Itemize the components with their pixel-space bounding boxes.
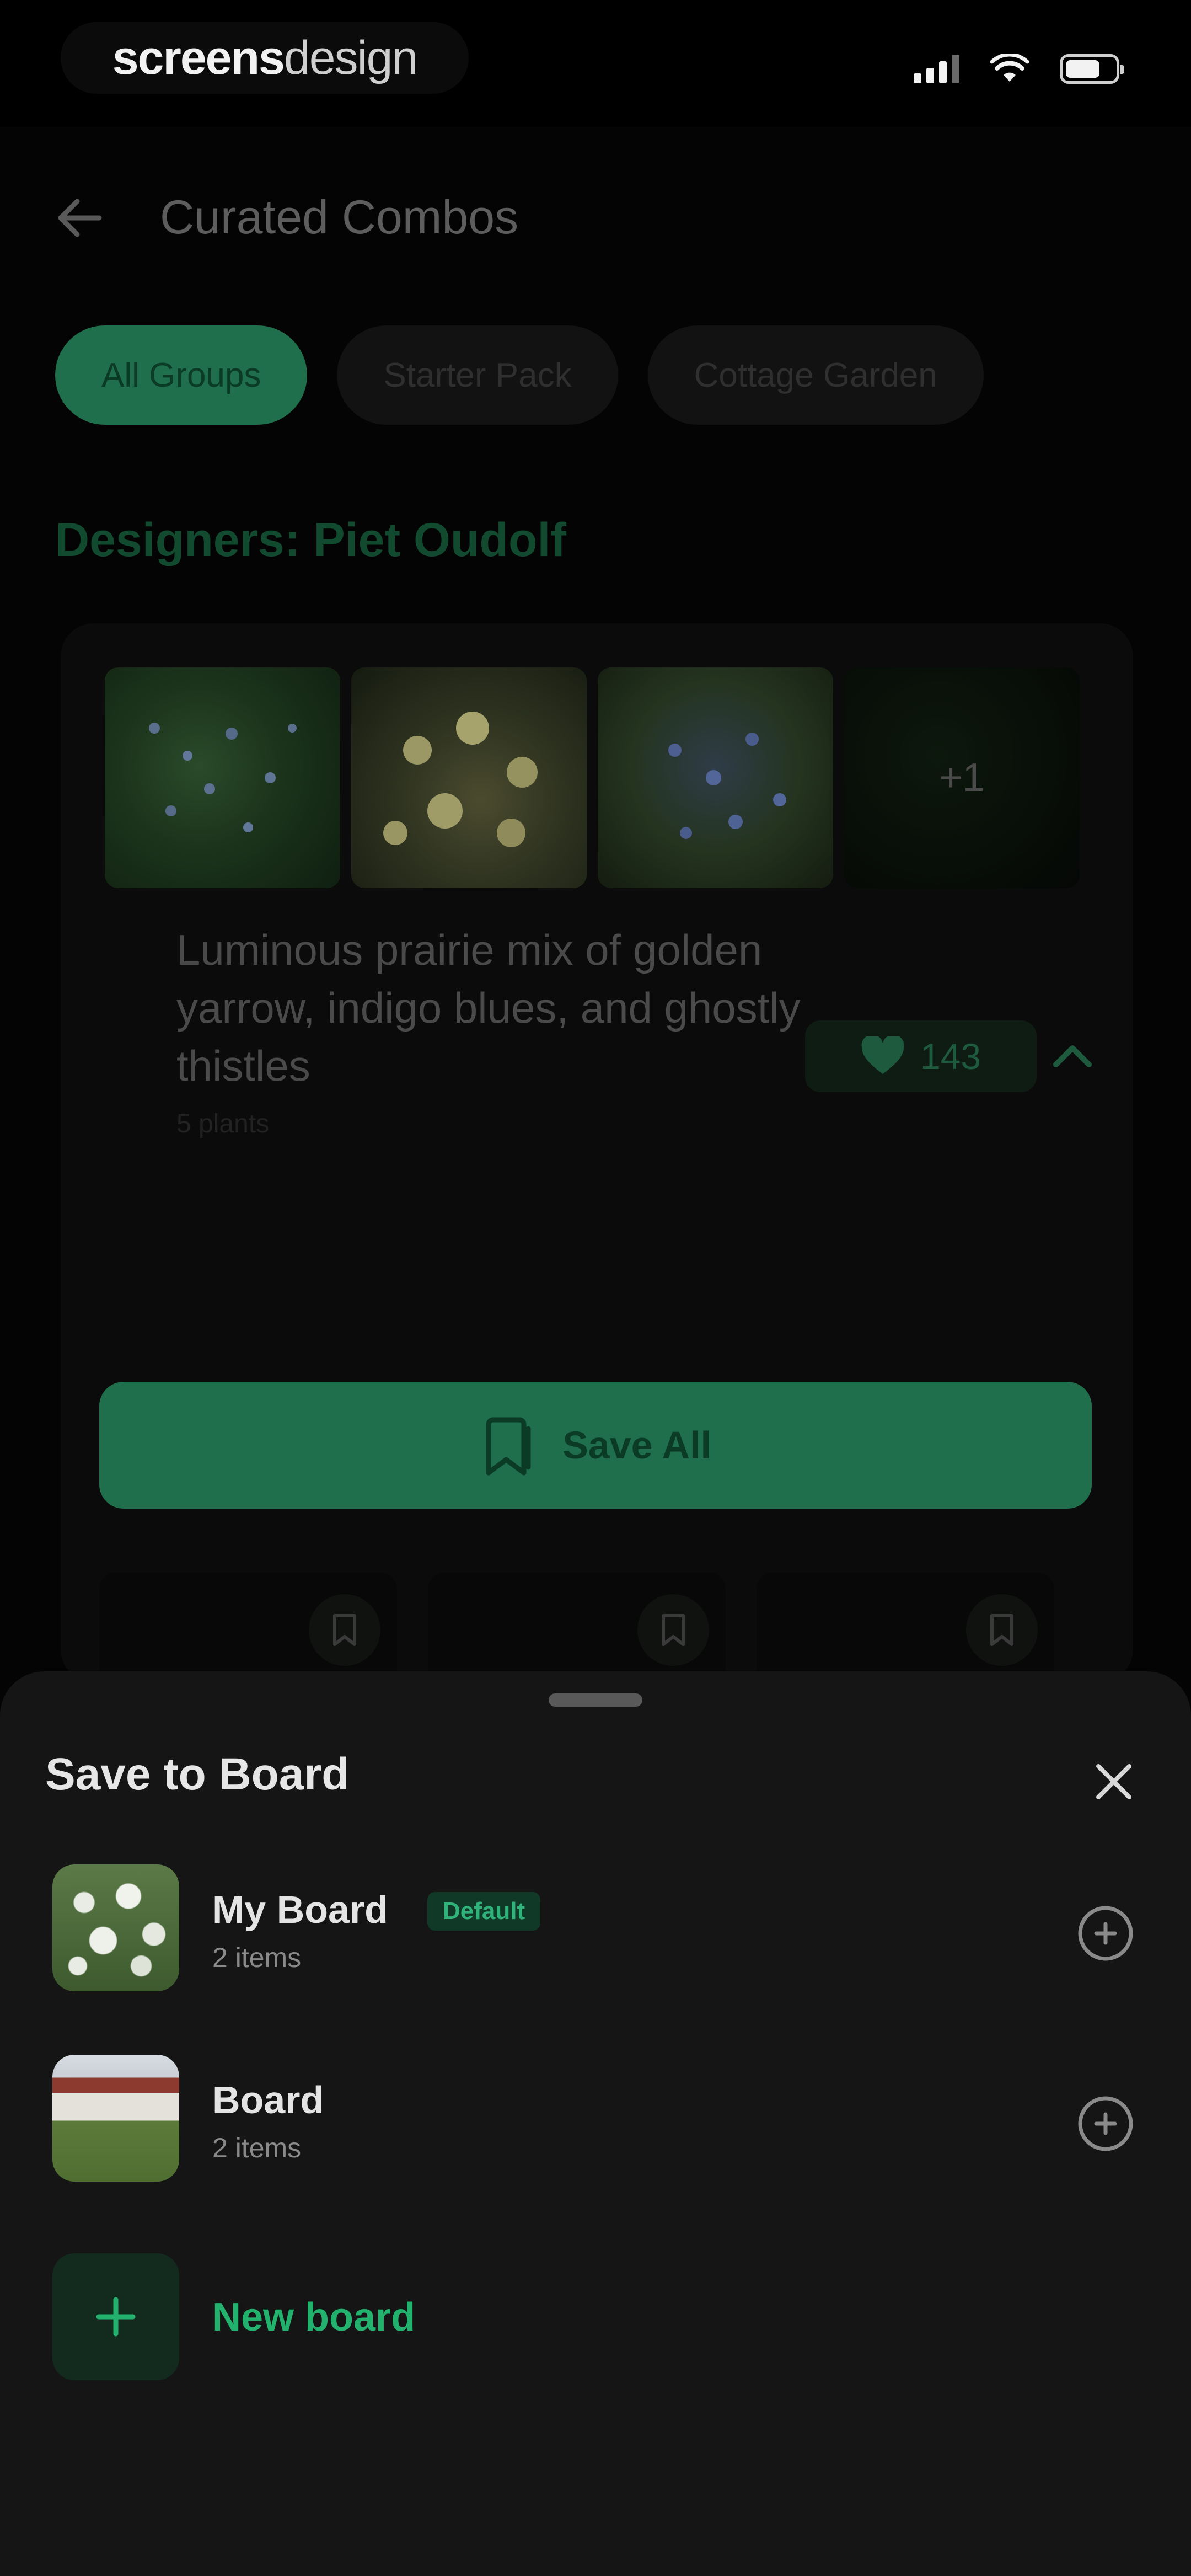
bookmark-icon — [990, 1614, 1013, 1646]
plant-card[interactable] — [99, 1572, 397, 1682]
plant-thumbnail-more[interactable]: +1 — [844, 667, 1080, 888]
board-count: 2 items — [212, 1942, 302, 1973]
bookmark-icon — [662, 1614, 685, 1646]
board-thumbnail — [52, 2055, 179, 2182]
new-board-button[interactable]: New board — [52, 2253, 604, 2380]
card-bookmark-button[interactable] — [309, 1594, 380, 1666]
like-count: 143 — [920, 1036, 981, 1077]
plant-card[interactable] — [428, 1572, 726, 1682]
save-all-button[interactable]: Save All — [99, 1382, 1092, 1509]
like-button[interactable]: 143 — [805, 1020, 1037, 1092]
chip-cottage-garden[interactable]: Cottage Garden — [647, 325, 984, 425]
new-board-icon-tile — [52, 2253, 179, 2380]
brand-part2: design — [283, 31, 418, 84]
new-board-label: New board — [212, 2295, 416, 2339]
plant-cards — [99, 1572, 1054, 1682]
chip-starter-pack[interactable]: Starter Pack — [337, 325, 618, 425]
chip-all-groups[interactable]: All Groups — [55, 325, 308, 425]
curated-combos-page: Curated Combos All Groups Starter Pack C… — [0, 127, 1191, 1682]
board-name: My Board — [212, 1888, 388, 1931]
close-icon[interactable] — [1086, 1754, 1141, 1809]
combo-description: Luminous prairie mix of golden yarrow, i… — [176, 926, 801, 1090]
sheet-grabber[interactable] — [549, 1693, 642, 1707]
cellular-signal-icon — [914, 55, 959, 83]
section-title: Designers: Piet Oudolf — [55, 514, 567, 566]
wifi-icon — [990, 54, 1029, 82]
plus-circle-icon[interactable] — [1075, 1903, 1136, 1964]
card-bookmark-button[interactable] — [637, 1594, 709, 1666]
combo-meta: 5 plants — [176, 1109, 270, 1139]
combo-card[interactable]: +1 Luminous prairie mix of golden yarrow… — [61, 623, 1133, 1682]
plant-card[interactable] — [757, 1572, 1054, 1682]
brand-part1: screens — [112, 31, 285, 84]
bookmark-icon — [486, 1417, 531, 1476]
plant-thumbnail — [598, 667, 833, 888]
plus-circle-icon[interactable] — [1075, 2093, 1136, 2154]
board-count: 2 items — [212, 2133, 302, 2163]
status-bar: screens design — [0, 0, 1191, 127]
board-row-board[interactable]: Board 2 items — [52, 2055, 1133, 2187]
card-bookmark-button[interactable] — [966, 1594, 1038, 1666]
bookmark-icon — [333, 1614, 356, 1646]
back-arrow-icon[interactable] — [50, 188, 110, 248]
save-all-label: Save All — [562, 1424, 711, 1467]
board-name: Board — [212, 2078, 324, 2121]
filter-chips: All Groups Starter Pack Cottage Garden — [55, 325, 984, 425]
battery-icon — [1060, 54, 1124, 84]
more-count: +1 — [939, 756, 985, 800]
plant-thumbnails: +1 — [105, 667, 1080, 888]
plant-thumbnail — [351, 667, 587, 888]
status-icons — [914, 50, 1124, 88]
app-screen: screens design Curated Combos All Groups… — [0, 0, 1191, 2576]
sheet-title: Save to Board — [45, 1749, 350, 1799]
default-badge: Default — [427, 1892, 541, 1931]
heart-icon — [861, 1036, 904, 1074]
chevron-up-icon[interactable] — [1037, 1020, 1108, 1092]
board-thumbnail — [52, 1864, 179, 1991]
header: Curated Combos — [0, 127, 1191, 292]
board-row-my-board[interactable]: My Board Default 2 items — [52, 1864, 1133, 1997]
save-to-board-sheet: Save to Board My Board Default 2 items B… — [0, 1671, 1191, 2576]
plant-thumbnail — [105, 667, 340, 888]
brand-watermark: screens design — [61, 22, 469, 94]
page-title: Curated Combos — [160, 191, 519, 244]
plus-icon — [96, 2297, 136, 2337]
